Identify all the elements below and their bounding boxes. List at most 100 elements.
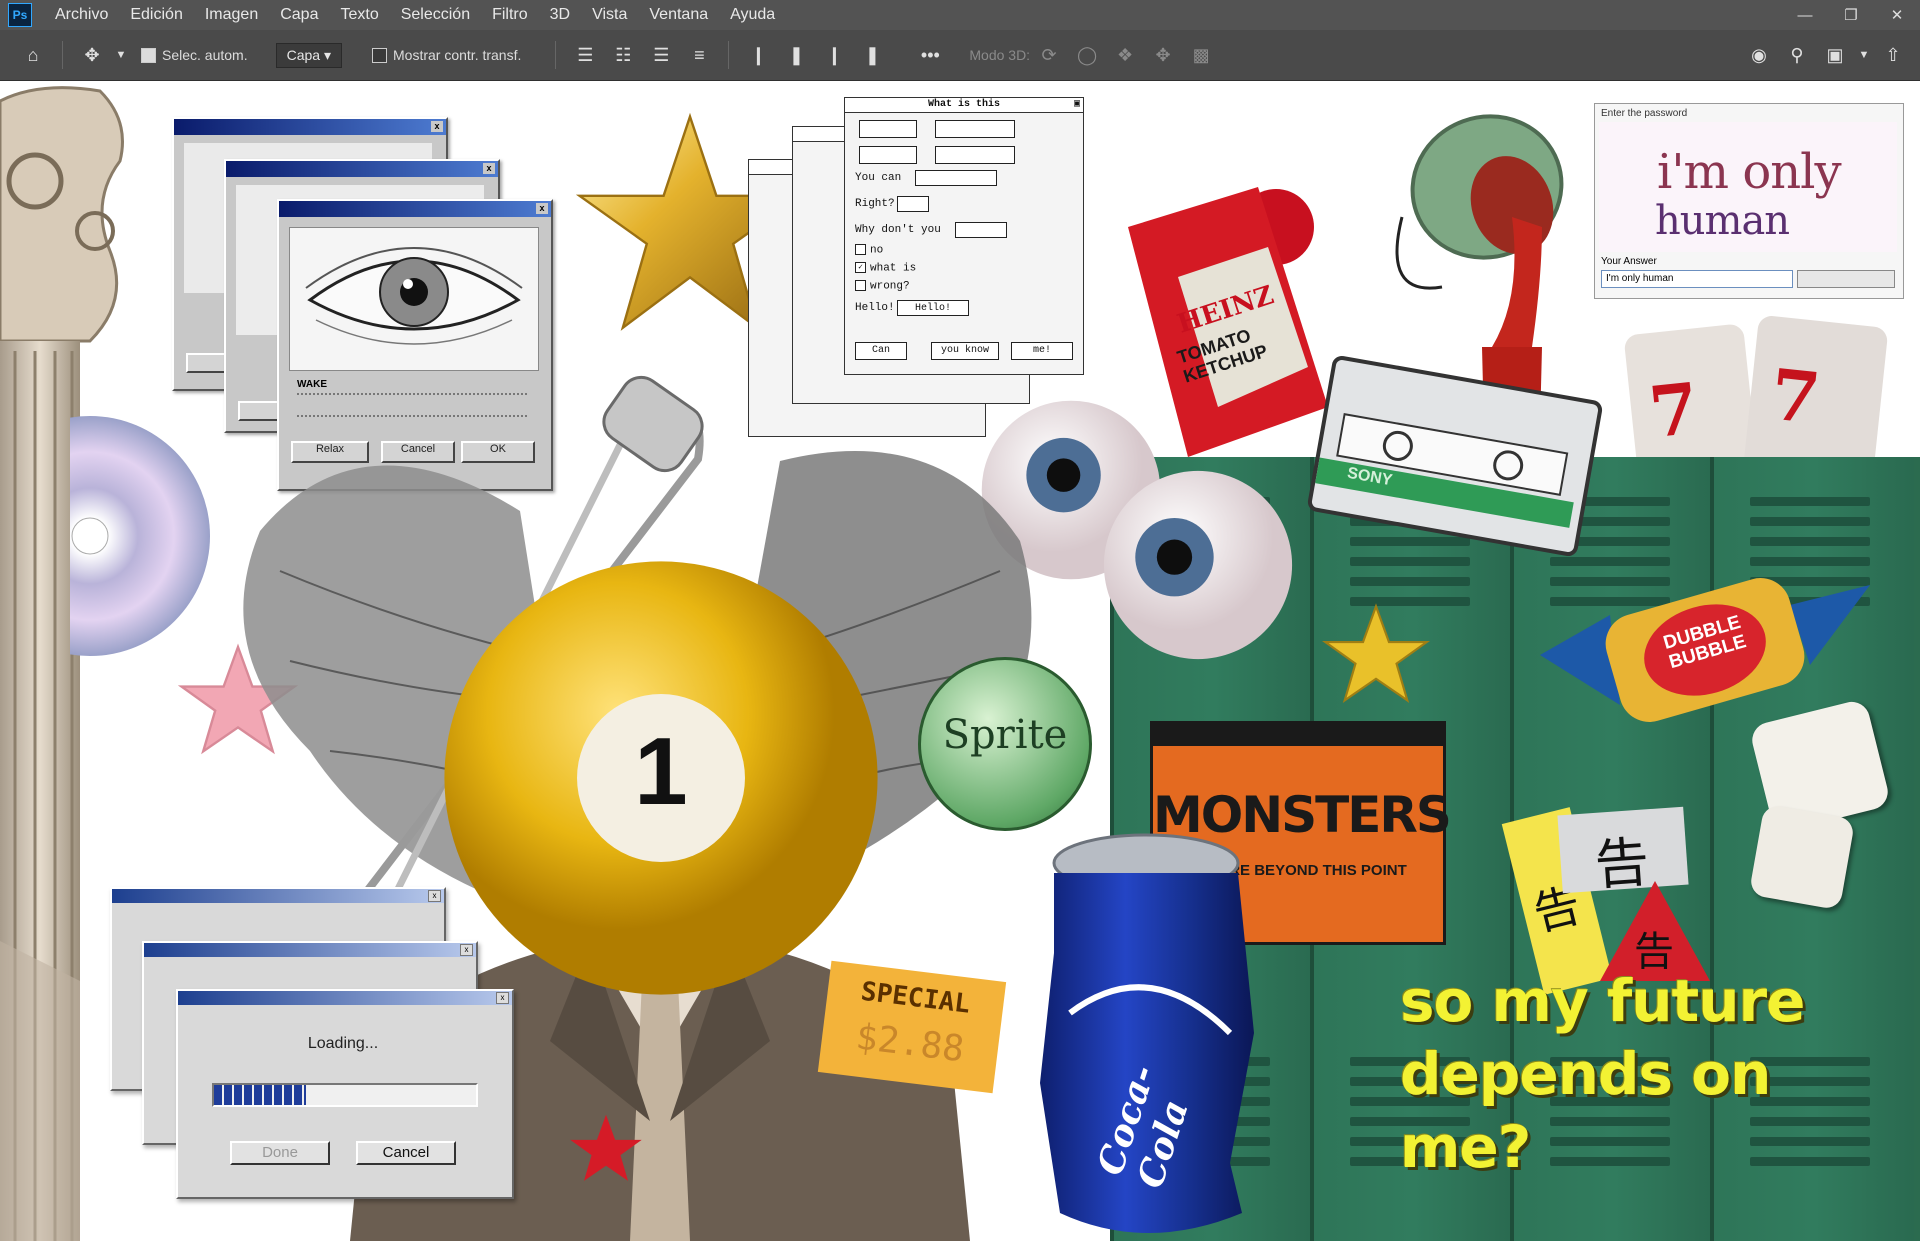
menu-archivo[interactable]: Archivo	[44, 6, 119, 24]
move-tool-icon[interactable]: ✥	[77, 40, 107, 70]
close-icon[interactable]: x	[460, 944, 473, 956]
sprite-bottle-cap: Sprite	[918, 657, 1092, 831]
workspace-icon[interactable]: ▣	[1820, 40, 1850, 70]
transform-controls-label: Mostrar contr. transf.	[393, 47, 522, 63]
can-button[interactable]: Can	[855, 342, 907, 360]
close-icon[interactable]: x	[536, 203, 548, 214]
chevron-down-icon[interactable]: ▼	[115, 40, 127, 70]
more-options-icon[interactable]: •••	[915, 40, 945, 70]
home-icon[interactable]: ⌂	[18, 40, 48, 70]
check-label: wrong?	[870, 280, 910, 293]
dialog-button[interactable]	[935, 120, 1015, 138]
minimize-icon[interactable]: —	[1782, 0, 1828, 30]
distribute-right-icon[interactable]: ❙	[819, 40, 849, 70]
align-center-v-icon[interactable]: ☷	[608, 40, 638, 70]
headline-line-2: depends on	[1400, 1040, 1771, 1108]
align-left-icon[interactable]: ☰	[570, 40, 600, 70]
menu-3d[interactable]: 3D	[539, 6, 581, 24]
dialog-titlebar: x	[174, 119, 446, 135]
hello-field[interactable]: Hello!	[897, 300, 969, 316]
done-button[interactable]: Done	[230, 1141, 330, 1165]
checkbox[interactable]	[855, 244, 866, 255]
you-can-field[interactable]	[915, 170, 997, 186]
special-price-tag: SPECIAL $2.88	[817, 960, 1007, 1094]
menu-ventana[interactable]: Ventana	[638, 6, 719, 24]
dialog-button[interactable]	[859, 146, 917, 164]
menu-ayuda[interactable]: Ayuda	[719, 6, 786, 24]
right-label: Right?	[855, 198, 895, 210]
slide-3d-icon[interactable]: ✥	[1148, 40, 1178, 70]
human-big-text-2: human	[1655, 198, 1790, 244]
align-right-icon[interactable]: ☰	[646, 40, 676, 70]
question-dialog-titlebar: What is this ▣	[845, 98, 1083, 113]
user-icon[interactable]: ◉	[1744, 40, 1774, 70]
document-canvas[interactable]: x x x WAKE Relax Cancel OK What is this …	[0, 81, 1920, 1241]
why-dont-you-field[interactable]	[955, 222, 1007, 238]
close-icon[interactable]: x	[428, 890, 441, 902]
close-icon[interactable]: x	[483, 163, 495, 174]
locker-vent	[1750, 517, 1870, 526]
dialog-button[interactable]	[859, 120, 917, 138]
sprite-label: Sprite	[942, 712, 1068, 758]
dialog-button[interactable]	[935, 146, 1015, 164]
transform-controls-checkbox[interactable]	[372, 47, 387, 63]
hello-label: Hello!	[855, 302, 895, 314]
check-item-what-is[interactable]: ✓ what is	[855, 262, 916, 274]
distribute-spacing-icon[interactable]: ❚	[857, 40, 887, 70]
menu-imagen[interactable]: Imagen	[194, 6, 269, 24]
human-panel-header: Enter the password	[1601, 108, 1688, 119]
search-icon[interactable]: ⚲	[1782, 40, 1812, 70]
billiard-ball-1: 1	[440, 557, 882, 999]
cd-disc-image	[0, 411, 220, 661]
chevron-down-icon[interactable]: ▼	[1858, 40, 1870, 70]
layer-select-value: Capa	[286, 46, 321, 63]
cancel-button[interactable]: Cancel	[356, 1141, 456, 1165]
check-item-no[interactable]: no	[855, 244, 883, 256]
progress-bar	[212, 1083, 478, 1107]
loading-label: Loading...	[307, 1035, 379, 1052]
distribute-left-icon[interactable]: ❙	[743, 40, 773, 70]
menu-texto[interactable]: Texto	[329, 6, 389, 24]
menu-seleccion[interactable]: Selección	[390, 6, 481, 24]
human-password-panel[interactable]: Enter the password i'm only human Your A…	[1594, 103, 1904, 299]
menu-vista[interactable]: Vista	[581, 6, 638, 24]
loading-dialog-window[interactable]: x Loading... Done Cancel	[176, 989, 514, 1199]
close-icon[interactable]: x	[431, 121, 443, 132]
answer-input[interactable]: I'm only human	[1601, 270, 1793, 288]
menu-filtro[interactable]: Filtro	[481, 6, 539, 24]
close-icon[interactable]: x	[496, 992, 509, 1004]
layer-select-dropdown[interactable]: Capa ▾	[275, 42, 342, 68]
dialog-titlebar: x	[226, 161, 498, 177]
dialog-button[interactable]	[238, 401, 282, 421]
locker-vent	[1350, 537, 1470, 546]
align-top-icon[interactable]: ≡	[684, 40, 714, 70]
me-button[interactable]: me!	[1011, 342, 1073, 360]
share-icon[interactable]: ⇧	[1878, 40, 1908, 70]
distribute-center-icon[interactable]: ❚	[781, 40, 811, 70]
answer-buttons[interactable]	[1797, 270, 1895, 288]
menu-capa[interactable]: Capa	[269, 6, 329, 24]
dialog-titlebar: x	[178, 991, 512, 1005]
checkbox[interactable]	[855, 280, 866, 291]
dialog-titlebar: x	[279, 201, 551, 217]
menu-edicion[interactable]: Edición	[119, 6, 193, 24]
orbit-3d-icon[interactable]: ⟳	[1034, 40, 1064, 70]
restore-icon[interactable]: ❐	[1828, 0, 1874, 30]
menu-bar: Ps Archivo Edición Imagen Capa Texto Sel…	[0, 0, 1920, 30]
you-know-button[interactable]: you know	[931, 342, 999, 360]
right-field[interactable]	[897, 196, 929, 212]
window-controls: — ❐ ✕	[1782, 0, 1920, 30]
roll-3d-icon[interactable]: ◯	[1072, 40, 1102, 70]
dialog-titlebar: x	[112, 889, 444, 903]
close-icon[interactable]: ▣	[1074, 98, 1080, 112]
dubble-bubble-candy: DUBBLE BUBBLE	[1540, 565, 1870, 725]
pan-3d-icon[interactable]: ❖	[1110, 40, 1140, 70]
answer-label: Your Answer	[1601, 256, 1657, 267]
auto-select-checkbox[interactable]	[141, 47, 156, 63]
checkbox[interactable]: ✓	[855, 262, 866, 273]
question-dialog-window[interactable]: What is this ▣ You can Right? Why don't y…	[844, 97, 1084, 375]
close-icon[interactable]: ✕	[1874, 0, 1920, 30]
video-camera-icon[interactable]: ▩	[1186, 40, 1216, 70]
divider	[728, 41, 730, 69]
check-item-wrong[interactable]: wrong?	[855, 280, 910, 292]
